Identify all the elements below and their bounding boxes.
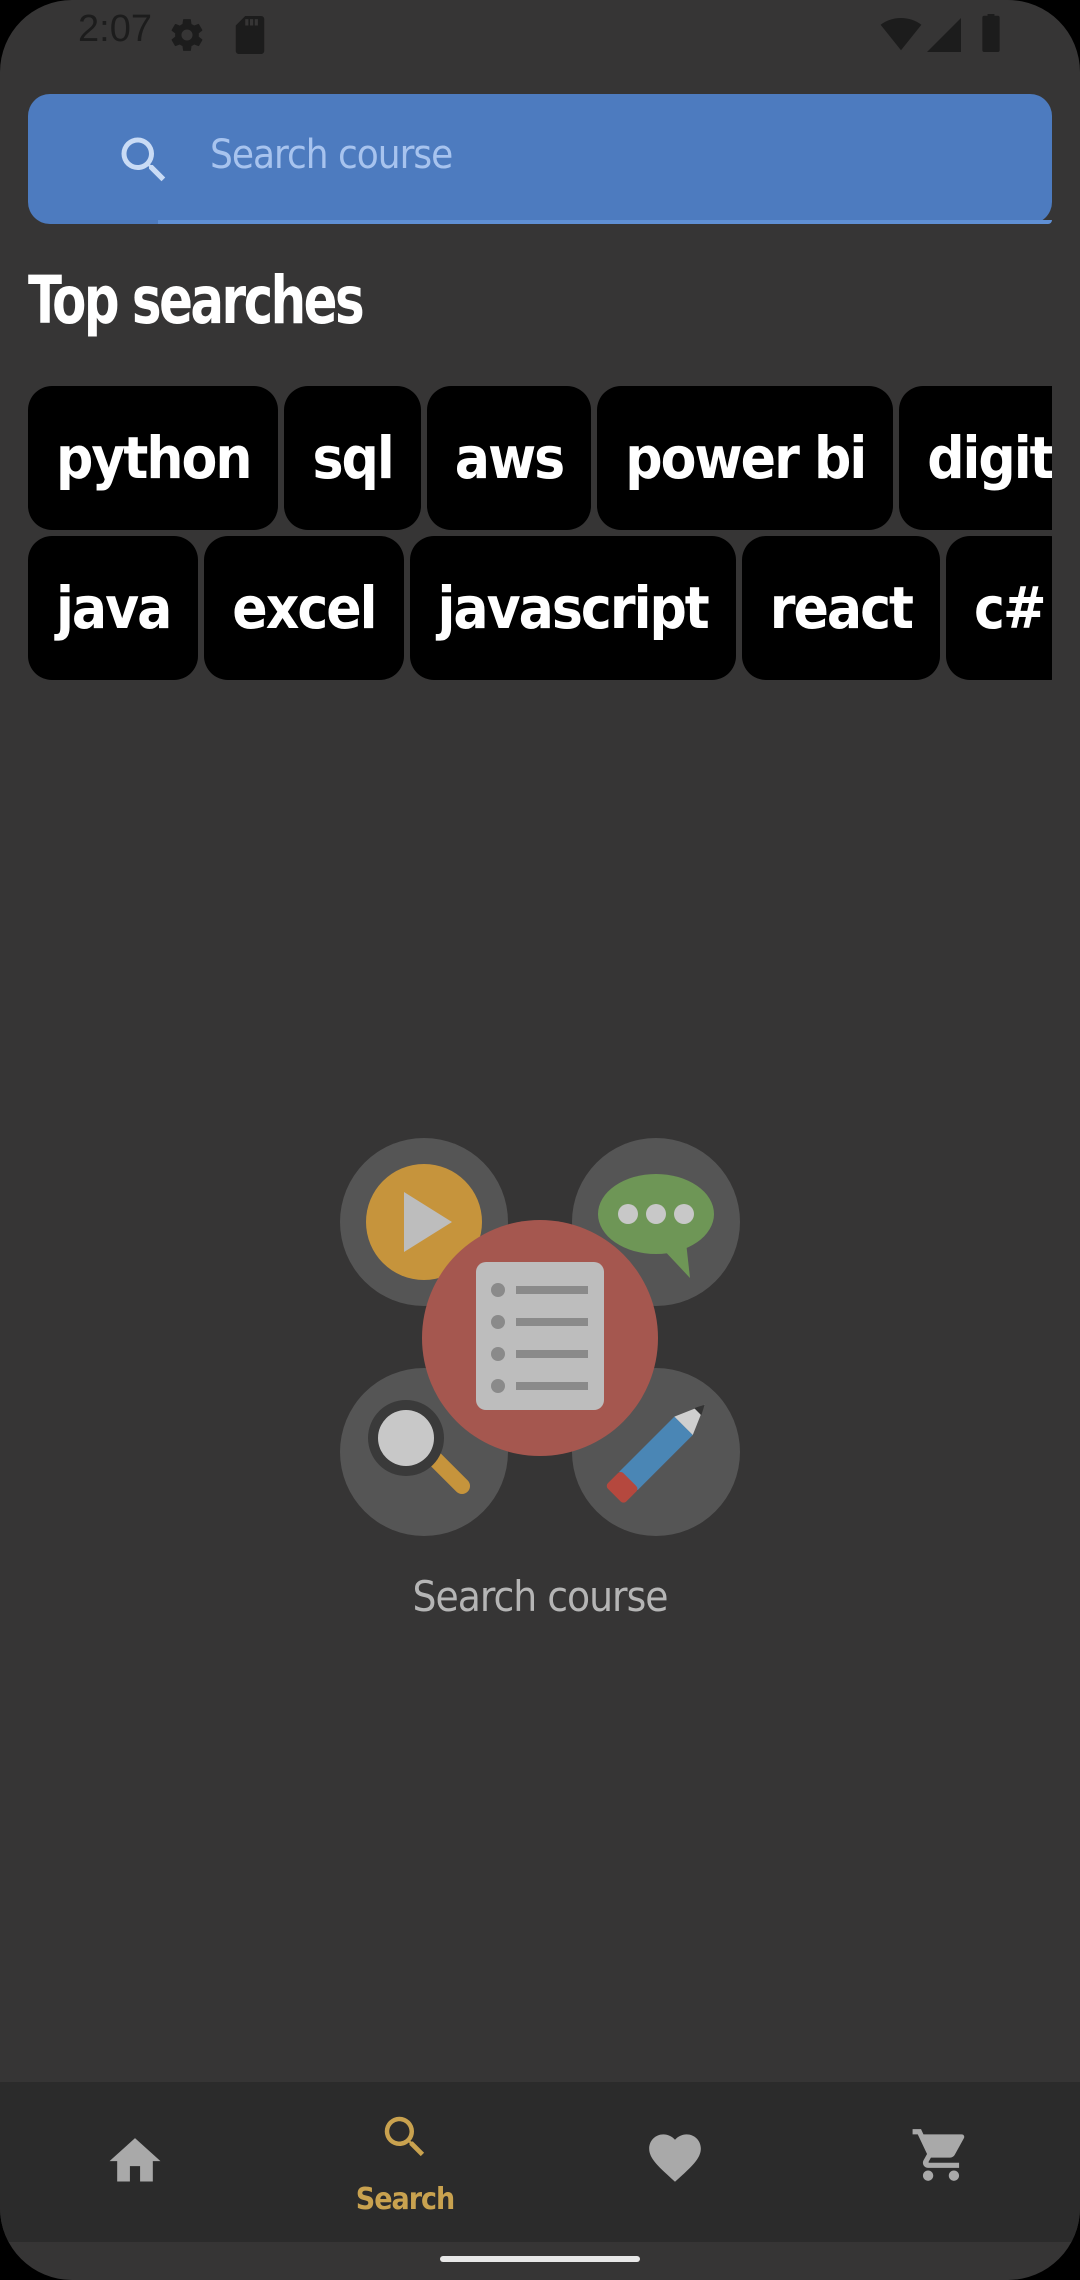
bottom-nav: Search: [0, 2082, 1080, 2242]
chip-label: aws: [454, 424, 565, 492]
status-time: 2:07: [78, 8, 152, 50]
sd-card-icon: [235, 16, 265, 54]
cart-icon: [912, 2129, 965, 2181]
app-screen: 2:07 Search course Top searches python s…: [0, 0, 1080, 2280]
search-input[interactable]: Search course: [210, 132, 453, 178]
chip-csharp[interactable]: c#: [945, 536, 1052, 680]
chip-label: c#: [973, 574, 1047, 642]
home-indicator[interactable]: [440, 2256, 640, 2262]
chip-label: sql: [312, 424, 394, 492]
empty-state-caption: Search course: [412, 1572, 668, 1621]
chip-java[interactable]: java: [28, 536, 199, 680]
search-bar[interactable]: Search course: [28, 94, 1052, 224]
heart-icon: [649, 2134, 701, 2182]
nav-home[interactable]: [0, 2082, 270, 2242]
signal-icon: [927, 18, 961, 52]
chip-excel[interactable]: excel: [204, 536, 404, 680]
chip-digital-marketing[interactable]: digital marketing: [899, 386, 1052, 530]
nav-wishlist[interactable]: [540, 2082, 810, 2242]
chip-label: digital marketing: [927, 424, 1052, 492]
chip-aws[interactable]: aws: [426, 386, 592, 530]
chip-row-1: python sql aws power bi digital marketin…: [28, 386, 1052, 530]
nav-search-label: Search: [355, 2182, 456, 2217]
home-icon: [109, 2138, 161, 2182]
search-course-illustration: [340, 1138, 740, 1536]
chip-label: javascript: [437, 574, 710, 642]
top-searches-title: Top searches: [28, 262, 365, 339]
status-bar: 2:07: [0, 0, 1080, 70]
chip-label: java: [56, 574, 172, 642]
search-icon: [114, 130, 174, 190]
chip-power-bi[interactable]: power bi: [597, 386, 894, 530]
battery-icon: [982, 14, 1000, 52]
wifi-icon: [880, 18, 922, 51]
chip-label: react: [769, 574, 914, 642]
chip-label: power bi: [625, 424, 867, 492]
top-searches-chips: python sql aws power bi digital marketin…: [28, 386, 1052, 686]
chip-javascript[interactable]: javascript: [409, 536, 736, 680]
chip-sql[interactable]: sql: [284, 386, 421, 530]
chip-react[interactable]: react: [741, 536, 940, 680]
search-underline: [158, 220, 1052, 224]
chip-label: python: [56, 424, 252, 492]
chip-python[interactable]: python: [28, 386, 279, 530]
settings-icon: [171, 19, 203, 51]
nav-cart[interactable]: [810, 2082, 1080, 2242]
document-icon: [476, 1262, 604, 1410]
chip-row-2: java excel javascript react c# photoshop: [28, 536, 1052, 680]
chip-label: excel: [232, 574, 377, 642]
search-icon: [384, 2116, 425, 2157]
nav-search[interactable]: Search: [270, 2082, 540, 2242]
